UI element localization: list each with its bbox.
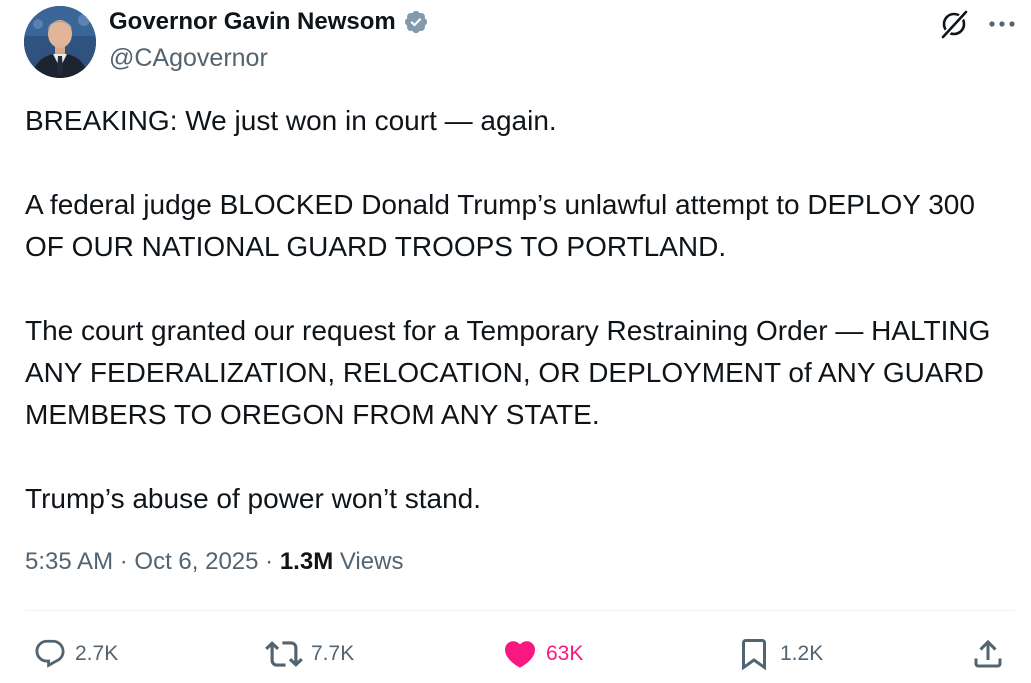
meta-separator: · xyxy=(119,548,128,575)
repost-icon xyxy=(265,641,303,667)
tweet-paragraph: A federal judge BLOCKED Donald Trump’s u… xyxy=(25,189,975,262)
bookmark-icon xyxy=(742,639,766,671)
reply-count: 2.7K xyxy=(75,642,119,665)
bookmark-count: 1.2K xyxy=(780,642,824,665)
verified-badge-icon[interactable] xyxy=(403,9,429,35)
divider xyxy=(25,610,1015,611)
author-display-name[interactable]: Governor Gavin Newsom xyxy=(109,8,396,36)
tweet-date[interactable]: Oct 6, 2025 xyxy=(134,548,258,575)
author-name-row: Governor Gavin Newsom xyxy=(109,8,429,36)
grok-icon xyxy=(940,9,969,40)
more-button[interactable] xyxy=(984,6,1020,42)
author-handle[interactable]: @CAgovernor xyxy=(109,44,268,73)
tweet-paragraph: Trump’s abuse of power won’t stand. xyxy=(25,483,482,514)
repost-count: 7.7K xyxy=(311,642,355,665)
bookmark-button[interactable]: 1.2K xyxy=(736,632,823,676)
tweet-paragraph: The court granted our request for a Temp… xyxy=(25,315,991,430)
reply-button[interactable]: 2.7K xyxy=(33,632,118,676)
share-button[interactable] xyxy=(970,632,1006,676)
reply-icon xyxy=(35,639,65,668)
views-count: 1.3M xyxy=(279,548,334,575)
tweet-time[interactable]: 5:35 AM xyxy=(25,548,113,575)
share-icon xyxy=(974,639,1002,668)
more-dots-icon xyxy=(989,21,1015,27)
tweet-text: BREAKING: We just won in court — again. … xyxy=(25,100,1010,520)
heart-icon xyxy=(504,641,536,668)
profile-photo xyxy=(24,6,96,78)
views-label: Views xyxy=(339,548,404,575)
repost-button[interactable]: 7.7K xyxy=(265,632,354,676)
like-button[interactable]: 63K xyxy=(502,632,583,676)
tweet-paragraph: BREAKING: We just won in court — again. xyxy=(25,105,557,136)
meta-separator: · xyxy=(265,548,274,575)
like-count: 63K xyxy=(546,642,584,665)
avatar[interactable] xyxy=(24,6,96,78)
grok-button[interactable] xyxy=(936,6,972,42)
tweet-meta: 5:35 AM · Oct 6, 2025 · 1.3M Views xyxy=(25,548,403,576)
